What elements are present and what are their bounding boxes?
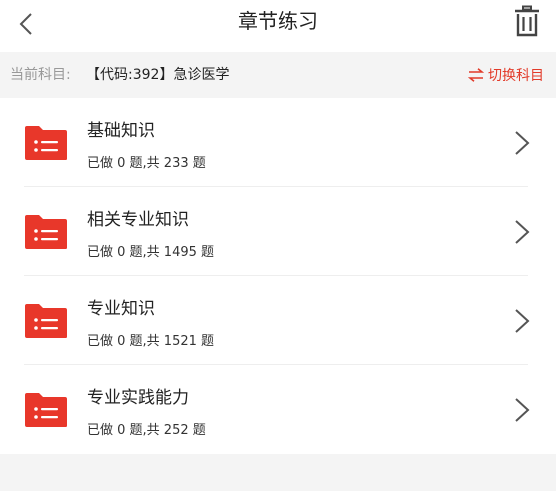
chapter-item[interactable]: 基础知识 已做 0 题,共 233 题 — [0, 98, 556, 187]
chevron-right-icon — [515, 220, 530, 244]
chapter-title: 基础知识 — [87, 121, 155, 141]
folder-icon — [25, 393, 67, 427]
chapter-title: 专业知识 — [87, 299, 155, 319]
subject-label: 当前科目: — [10, 67, 71, 83]
chevron-right-icon — [515, 309, 530, 333]
folder-icon — [25, 215, 67, 249]
chapter-title: 相关专业知识 — [87, 210, 189, 230]
chapter-list: 基础知识 已做 0 题,共 233 题 相关专业知识 已做 0 题,共 1495… — [0, 98, 556, 454]
chapter-progress: 已做 0 题,共 1521 题 — [87, 334, 215, 349]
folder-icon — [25, 126, 67, 160]
switch-subject-label: 切换科目 — [488, 68, 544, 84]
chapter-progress: 已做 0 题,共 252 题 — [87, 423, 206, 438]
chapter-progress: 已做 0 题,共 1495 题 — [87, 245, 215, 260]
swap-icon — [468, 68, 484, 82]
chapter-item[interactable]: 专业实践能力 已做 0 题,共 252 题 — [0, 365, 556, 454]
chevron-right-icon — [515, 398, 530, 422]
subject-value: 【代码:392】急诊医学 — [86, 67, 230, 83]
trash-icon — [515, 5, 539, 37]
delete-button[interactable] — [512, 4, 542, 38]
subject-bar: 当前科目: 【代码:392】急诊医学 切换科目 — [0, 52, 556, 98]
chevron-right-icon — [515, 131, 530, 155]
chapter-item[interactable]: 相关专业知识 已做 0 题,共 1495 题 — [0, 187, 556, 276]
switch-subject-button[interactable]: 切换科目 — [468, 52, 544, 98]
chapter-progress: 已做 0 题,共 233 题 — [87, 156, 206, 171]
chapter-title: 专业实践能力 — [87, 388, 189, 408]
page-title: 章节练习 — [238, 9, 318, 33]
top-bar: 章节练习 — [0, 0, 556, 52]
folder-icon — [25, 304, 67, 338]
chapter-item[interactable]: 专业知识 已做 0 题,共 1521 题 — [0, 276, 556, 365]
